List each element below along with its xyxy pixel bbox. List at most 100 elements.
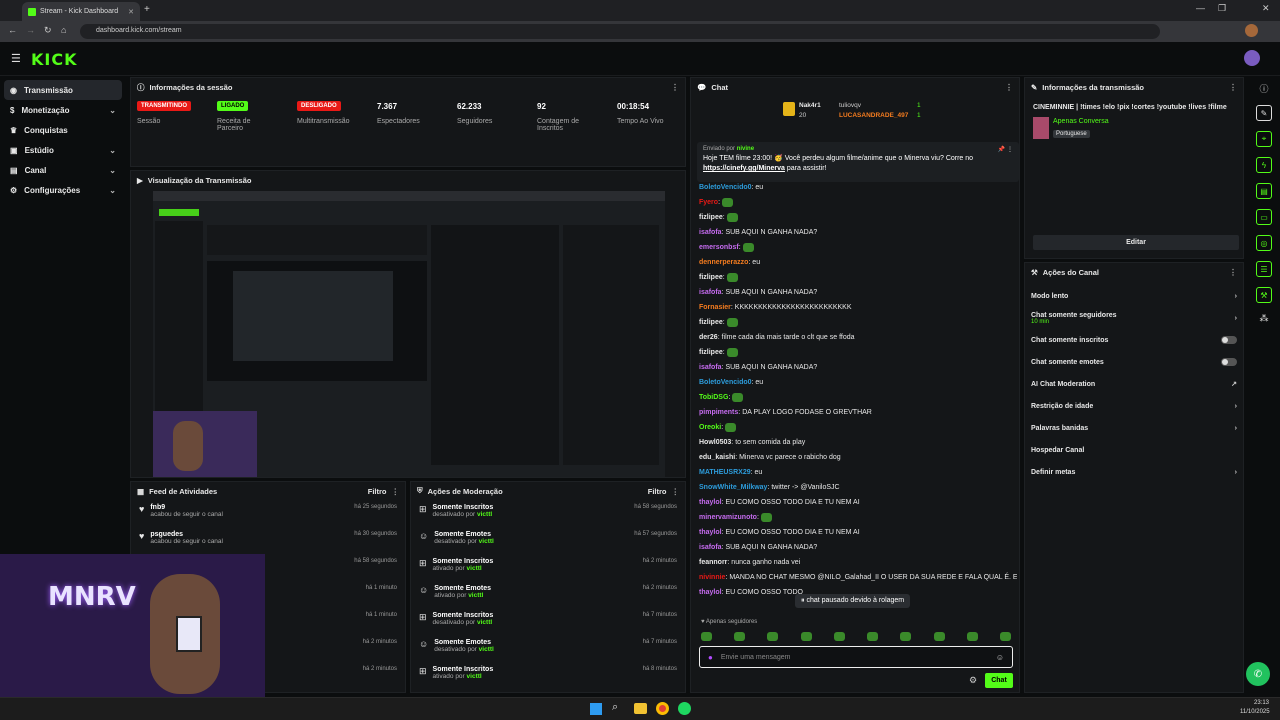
- chat-username[interactable]: BoletoVencido0: [699, 184, 752, 191]
- windows-start-icon[interactable]: [590, 703, 602, 715]
- target-icon[interactable]: ⌖: [1256, 131, 1272, 147]
- chat-username[interactable]: Fornasier: [699, 304, 731, 311]
- moderator-name[interactable]: victtl: [467, 565, 482, 572]
- browser-tab[interactable]: Stream - Kick Dashboard ✕: [22, 2, 140, 21]
- toggle-switch[interactable]: [1221, 336, 1237, 344]
- more-options-icon[interactable]: ⋮: [392, 487, 400, 496]
- chat-message[interactable]: thaylol: EU COMO OSSO TODO DIA E TU NEM …: [699, 525, 1017, 540]
- chat-message[interactable]: fizlipee:: [699, 210, 1017, 225]
- chat-bubble-icon[interactable]: ▭: [1256, 209, 1272, 225]
- chat-message[interactable]: nivinnie: MANDA NO CHAT MESMO @NILO_Gala…: [699, 570, 1017, 585]
- emote-icon[interactable]: [734, 632, 746, 641]
- sidebar-item-configuracoes[interactable]: ⚙ Configurações ⌄: [0, 180, 126, 200]
- chat-username[interactable]: TobiDSG: [699, 394, 728, 401]
- edit-icon[interactable]: ✎: [1256, 105, 1272, 121]
- sidebar-item-monetizacao[interactable]: $ Monetização ⌄: [0, 100, 126, 120]
- filter-button[interactable]: Filtro: [648, 487, 667, 496]
- channel-action[interactable]: Restrição de idade ›: [1025, 395, 1243, 417]
- category-name[interactable]: Apenas Conversa: [1053, 118, 1109, 125]
- chat-username[interactable]: isafofa: [699, 289, 722, 296]
- chat-message[interactable]: thaylol: EU COMO OSSO TODO DIA E TU NEM …: [699, 495, 1017, 510]
- minimize-icon[interactable]: —: [1196, 3, 1205, 13]
- channel-action[interactable]: Chat somente emotes: [1025, 351, 1243, 373]
- chat-username[interactable]: isafofa: [699, 544, 722, 551]
- chat-username[interactable]: SnowWhite_Milkway: [699, 484, 767, 491]
- chat-message[interactable]: dennerperazzo: eu: [699, 255, 1017, 270]
- kick-logo[interactable]: KICK: [31, 50, 78, 69]
- address-bar[interactable]: dashboard.kick.com/stream: [80, 24, 1160, 39]
- emote-icon[interactable]: [701, 632, 712, 641]
- channel-action[interactable]: Chat somente seguidores 10 min ›: [1025, 307, 1243, 329]
- sidebar-item-conquistas[interactable]: ♛ Conquistas: [0, 120, 126, 140]
- chat-send-button[interactable]: Chat: [985, 673, 1013, 688]
- reload-icon[interactable]: ↻: [44, 25, 52, 36]
- chat-username[interactable]: fizlipee: [699, 319, 723, 326]
- moderator-name[interactable]: victtl: [479, 538, 494, 545]
- maximize-icon[interactable]: ❐: [1218, 3, 1226, 14]
- document-icon[interactable]: ▤: [1256, 183, 1272, 199]
- more-options-icon[interactable]: ⋮: [672, 487, 680, 496]
- file-explorer-icon[interactable]: [634, 703, 647, 714]
- moderation-item[interactable]: ⊞ Somente Inscritos desativado por victt…: [411, 500, 685, 527]
- close-tab-icon[interactable]: ✕: [128, 8, 134, 16]
- chat-message[interactable]: isafofa: SUB AQUI N GANHA NADA?: [699, 285, 1017, 300]
- chat-username[interactable]: pimpiments: [699, 409, 738, 416]
- chat-username[interactable]: fizlipee: [699, 274, 723, 281]
- wrench-icon[interactable]: ⚒: [1256, 287, 1272, 303]
- chat-username[interactable]: der26: [699, 334, 718, 341]
- chat-username[interactable]: isafofa: [699, 229, 722, 236]
- emote-icon[interactable]: [999, 632, 1011, 641]
- home-icon[interactable]: ⌂: [61, 25, 66, 35]
- broadcast-icon[interactable]: ◎: [1256, 235, 1272, 251]
- chat-username[interactable]: dennerperazzo: [699, 259, 748, 266]
- more-options-icon[interactable]: ⋮: [671, 83, 679, 92]
- chat-message[interactable]: der26: filme cada dia mais tarde o clt q…: [699, 330, 1017, 345]
- info-icon[interactable]: ⓘ: [1259, 82, 1268, 95]
- chat-message[interactable]: Oreoki:: [699, 420, 1017, 435]
- filter-button[interactable]: Filtro: [368, 487, 387, 496]
- emote-icon[interactable]: [767, 632, 779, 641]
- mic-icon[interactable]: ●: [708, 653, 713, 662]
- chat-username[interactable]: thaylol: [699, 529, 722, 536]
- moderator-name[interactable]: victtl: [479, 646, 494, 653]
- chat-username[interactable]: feannorr: [699, 559, 727, 566]
- toggle-switch[interactable]: [1221, 358, 1237, 366]
- more-options-icon[interactable]: ⋮: [1005, 83, 1013, 92]
- user-avatar[interactable]: [1244, 50, 1260, 66]
- emote-icon[interactable]: [966, 632, 978, 641]
- channel-action[interactable]: Definir metas ›: [1025, 461, 1243, 483]
- more-options-icon[interactable]: ⋮: [1229, 268, 1237, 277]
- pinned-message[interactable]: Enviado por nivine 📌 ⋮ Hoje TEM filme 23:…: [697, 142, 1019, 182]
- chat-message[interactable]: BoletoVencido0: eu: [699, 180, 1017, 195]
- chat-input[interactable]: ● Envie uma mensagem ☺: [699, 646, 1013, 668]
- moderation-item[interactable]: ☺ Somente Emotes desativado por victtl h…: [411, 635, 685, 662]
- chat-settings-icon[interactable]: ⚙: [969, 675, 977, 686]
- moderation-item[interactable]: ☺ Somente Emotes ativado por victtl há 2…: [411, 581, 685, 608]
- back-icon[interactable]: ←: [8, 25, 17, 35]
- chat-message[interactable]: TobiDSG:: [699, 390, 1017, 405]
- channel-action[interactable]: Modo lento ›: [1025, 285, 1243, 307]
- chat-username[interactable]: thaylol: [699, 499, 722, 506]
- chat-username[interactable]: Fyero: [699, 199, 718, 206]
- chat-message[interactable]: isafofa: SUB AQUI N GANHA NADA?: [699, 225, 1017, 240]
- chat-username[interactable]: MATHEUSRX29: [699, 469, 751, 476]
- chat-username[interactable]: emersonbsf: [699, 244, 739, 251]
- chat-username[interactable]: BoletoVencido0: [699, 379, 752, 386]
- chat-username[interactable]: thaylol: [699, 589, 722, 596]
- moderation-item[interactable]: ⊞ Somente Inscritos ativado por victtl h…: [411, 662, 685, 689]
- chat-username[interactable]: minervamizunoto: [699, 514, 757, 521]
- chat-message[interactable]: fizlipee:: [699, 270, 1017, 285]
- pinned-link[interactable]: https://cinefy.gg/Minerva: [703, 165, 785, 172]
- emote-icon[interactable]: [867, 632, 879, 641]
- chrome-icon[interactable]: [656, 702, 669, 715]
- chat-message[interactable]: MATHEUSRX29: eu: [699, 465, 1017, 480]
- chat-message[interactable]: feannorr: nunca ganho nada vei: [699, 555, 1017, 570]
- floating-chat-button[interactable]: ✆: [1246, 662, 1270, 686]
- chat-username[interactable]: fizlipee: [699, 214, 723, 221]
- channel-action[interactable]: Palavras banidas ›: [1025, 417, 1243, 439]
- emote-icon[interactable]: [933, 632, 945, 641]
- more-options-icon[interactable]: ⋮: [1229, 83, 1237, 92]
- chat-username[interactable]: Oreoki: [699, 424, 721, 431]
- stream-preview-video[interactable]: [153, 191, 665, 477]
- moderation-item[interactable]: ⊞ Somente Inscritos ativado por victtl h…: [411, 554, 685, 581]
